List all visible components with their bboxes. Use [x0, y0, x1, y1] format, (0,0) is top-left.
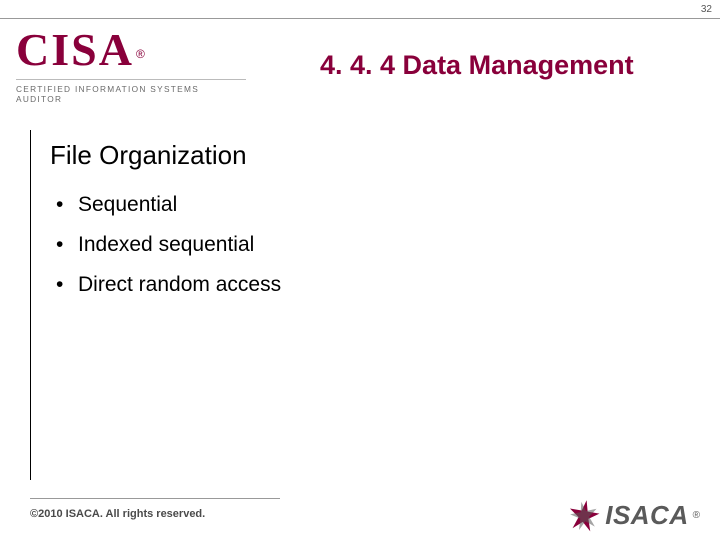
isaca-wordmark: ISACA	[605, 500, 688, 531]
registered-icon: ®	[693, 510, 700, 521]
header: CISA® CERTIFIED INFORMATION SYSTEMS AUDI…	[16, 26, 704, 104]
list-item: Direct random access	[56, 273, 680, 297]
footer-rule	[30, 498, 280, 499]
content-area: File Organization Sequential Indexed seq…	[50, 140, 680, 313]
star-icon	[567, 498, 601, 532]
vertical-divider	[30, 130, 31, 480]
isaca-logo: ISACA ®	[567, 498, 700, 532]
list-item: Indexed sequential	[56, 233, 680, 257]
list-item: Sequential	[56, 193, 680, 217]
slide-title: 4. 4. 4 Data Management	[246, 50, 704, 81]
cisa-wordmark: CISA	[16, 27, 134, 73]
bullet-list: Sequential Indexed sequential Direct ran…	[50, 193, 680, 297]
registered-icon: ®	[136, 47, 145, 61]
copyright-text: ©2010 ISACA. All rights reserved.	[30, 508, 205, 520]
cisa-subtitle: CERTIFIED INFORMATION SYSTEMS AUDITOR	[16, 79, 246, 104]
footer: ©2010 ISACA. All rights reserved. ISACA ®	[0, 484, 720, 540]
cisa-logo: CISA® CERTIFIED INFORMATION SYSTEMS AUDI…	[16, 27, 246, 104]
top-rule	[0, 18, 720, 19]
subheading: File Organization	[50, 140, 680, 171]
page-number: 32	[701, 4, 712, 15]
